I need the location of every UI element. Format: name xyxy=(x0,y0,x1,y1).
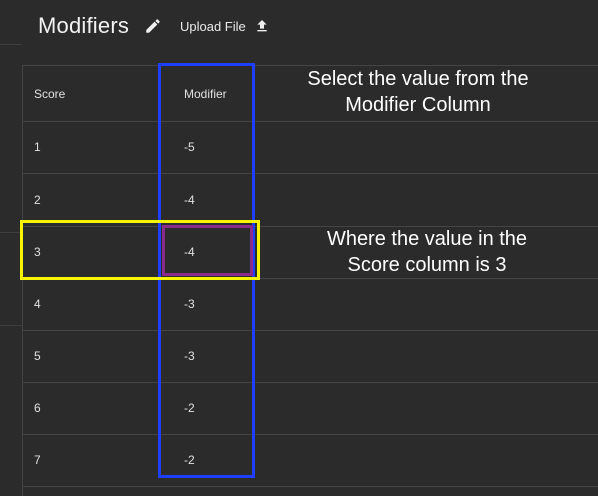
divider xyxy=(0,232,22,233)
annotation-line: Modifier Column xyxy=(345,94,491,116)
upload-file-button[interactable]: Upload File xyxy=(180,18,270,34)
table-row[interactable]: 4 -3 xyxy=(23,278,598,331)
table-row[interactable]: 6 -2 xyxy=(23,382,598,435)
modifiers-table: Score Modifier 1 -5 2 -4 3 -4 4 -3 5 -3 … xyxy=(22,65,598,496)
table-row[interactable]: 1 -5 xyxy=(23,121,598,174)
annotation-line: Score column is 3 xyxy=(347,254,507,276)
selected-cell-highlight xyxy=(162,225,253,276)
score-cell: 2 xyxy=(34,193,41,207)
score-cell: 4 xyxy=(34,297,41,311)
upload-file-label: Upload File xyxy=(180,18,246,34)
column-header-score[interactable]: Score xyxy=(34,66,65,121)
page-title: Modifiers xyxy=(38,13,130,38)
table-row[interactable]: 5 -3 xyxy=(23,330,598,383)
modifier-column-annotation: Select the value from the Modifier Colum… xyxy=(270,66,566,118)
upload-icon xyxy=(254,18,270,34)
score-row-annotation: Where the value in the Score column is 3 xyxy=(280,226,574,278)
score-cell: 5 xyxy=(34,349,41,363)
divider xyxy=(0,325,22,326)
score-cell: 7 xyxy=(34,453,41,467)
score-cell: 1 xyxy=(34,140,41,154)
page-header: Modifiers xyxy=(38,10,163,42)
score-cell: 6 xyxy=(34,401,41,415)
table-row[interactable]: 7 -2 xyxy=(23,434,598,487)
annotation-line: Where the value in the xyxy=(326,228,528,250)
pencil-icon[interactable] xyxy=(143,16,163,36)
left-panel-edge xyxy=(0,0,22,488)
divider xyxy=(0,44,22,45)
annotation-line: Select the value from the xyxy=(307,68,529,90)
